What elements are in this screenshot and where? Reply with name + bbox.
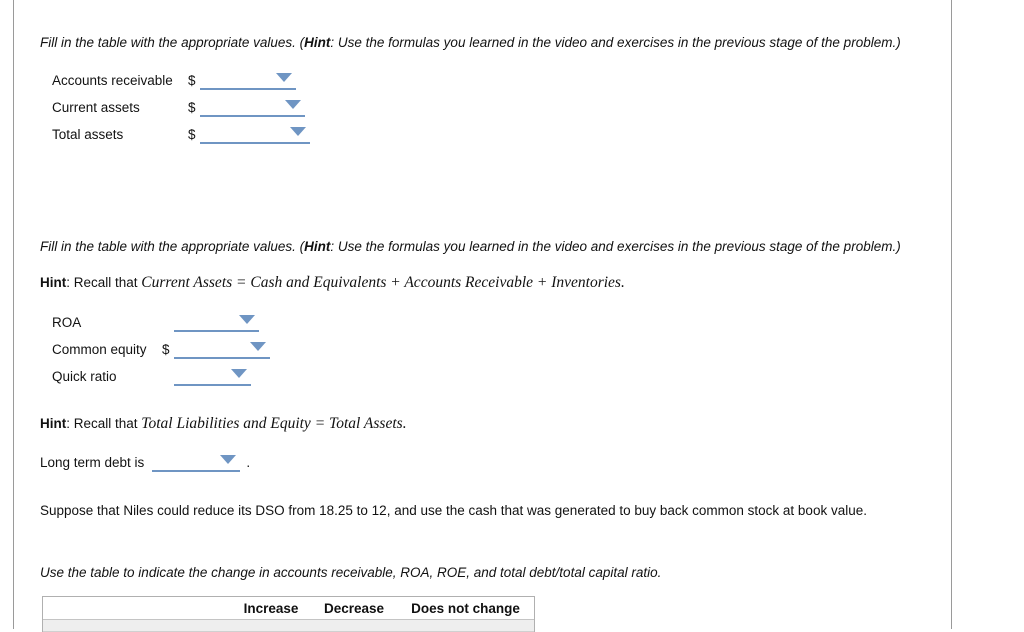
label-current-assets: Current assets (52, 99, 140, 115)
section1-prompt-post: : Use the formulas you learned in the vi… (330, 35, 901, 50)
section3-hint-label: Hint (40, 416, 67, 431)
page-right-rule (951, 0, 952, 629)
currency-symbol-common-equity: $ (162, 341, 170, 357)
select-long-term-debt[interactable] (152, 452, 241, 472)
chevron-down-icon (276, 73, 292, 82)
chevron-down-icon (220, 455, 237, 464)
section2-prompt: Fill in the table with the appropriate v… (40, 238, 901, 255)
section2-prompt-hint-word: Hint (304, 239, 331, 254)
label-long-term-debt: Long term debt is (40, 454, 145, 470)
currency-symbol-total-assets: $ (188, 126, 196, 142)
section2-hint-trail: . (620, 274, 625, 291)
chevron-down-icon (231, 369, 247, 378)
change-table-header-row: Increase Decrease Does not change (43, 597, 534, 620)
change-table-header-does-not-change: Does not change (411, 600, 520, 616)
section2-prompt-post: : Use the formulas you learned in the vi… (330, 239, 901, 254)
dso-scenario-paragraph: Suppose that Niles could reduce its DSO … (40, 503, 867, 518)
worksheet-page: Fill in the table with the appropriate v… (14, 0, 951, 632)
section1-prompt-hint-word: Hint (304, 35, 331, 50)
section1-prompt-pre: Fill in the table with the appropriate v… (40, 35, 305, 50)
change-table: Increase Decrease Does not change (42, 596, 535, 632)
section2-hint-label: Hint (40, 275, 67, 290)
row-quick-ratio: Quick ratio (52, 366, 251, 386)
select-roa[interactable] (174, 312, 259, 332)
row-long-term-debt: Long term debt is . (40, 452, 250, 472)
section2-prompt-pre: Fill in the table with the appropriate v… (40, 239, 305, 254)
label-roa: ROA (52, 314, 82, 330)
section3-hint-trail: . (402, 415, 407, 432)
row-common-equity: Common equity $ (52, 339, 270, 359)
change-table-header-decrease: Decrease (323, 600, 385, 616)
change-table-header-increase: Increase (243, 600, 299, 616)
change-table-body-row (43, 620, 534, 632)
chevron-down-icon (290, 127, 306, 136)
chevron-down-icon (285, 100, 301, 109)
section3-hint-lead: : Recall that (66, 416, 142, 431)
currency-symbol-current-assets: $ (188, 99, 196, 115)
select-accounts-receivable[interactable] (200, 70, 296, 90)
section3-hint-formula: Total Liabilities and Equity = Total Ass… (141, 415, 403, 432)
chevron-down-icon (239, 315, 255, 324)
row-accounts-receivable: Accounts receivable $ (52, 70, 296, 90)
label-accounts-receivable: Accounts receivable (52, 72, 173, 88)
table-instruction: Use the table to indicate the change in … (40, 565, 662, 580)
long-term-debt-period: . (246, 454, 251, 470)
section1-prompt: Fill in the table with the appropriate v… (40, 34, 901, 51)
currency-symbol-accounts-receivable: $ (188, 72, 196, 88)
row-roa: ROA (52, 312, 259, 332)
select-total-assets[interactable] (200, 124, 310, 144)
select-quick-ratio[interactable] (174, 366, 251, 386)
section2-hint-lead: : Recall that (66, 275, 142, 290)
select-current-assets[interactable] (200, 97, 305, 117)
label-common-equity: Common equity (52, 341, 147, 357)
section3-hint: Hint: Recall that Total Liabilities and … (40, 415, 407, 432)
row-current-assets: Current assets $ (52, 97, 305, 117)
label-quick-ratio: Quick ratio (52, 368, 117, 384)
label-total-assets: Total assets (52, 126, 124, 142)
row-total-assets: Total assets $ (52, 124, 310, 144)
chevron-down-icon (250, 342, 266, 351)
section2-hint: Hint: Recall that Current Assets = Cash … (40, 274, 625, 291)
select-common-equity[interactable] (174, 339, 270, 359)
section2-hint-formula: Current Assets = Cash and Equivalents + … (141, 274, 621, 291)
